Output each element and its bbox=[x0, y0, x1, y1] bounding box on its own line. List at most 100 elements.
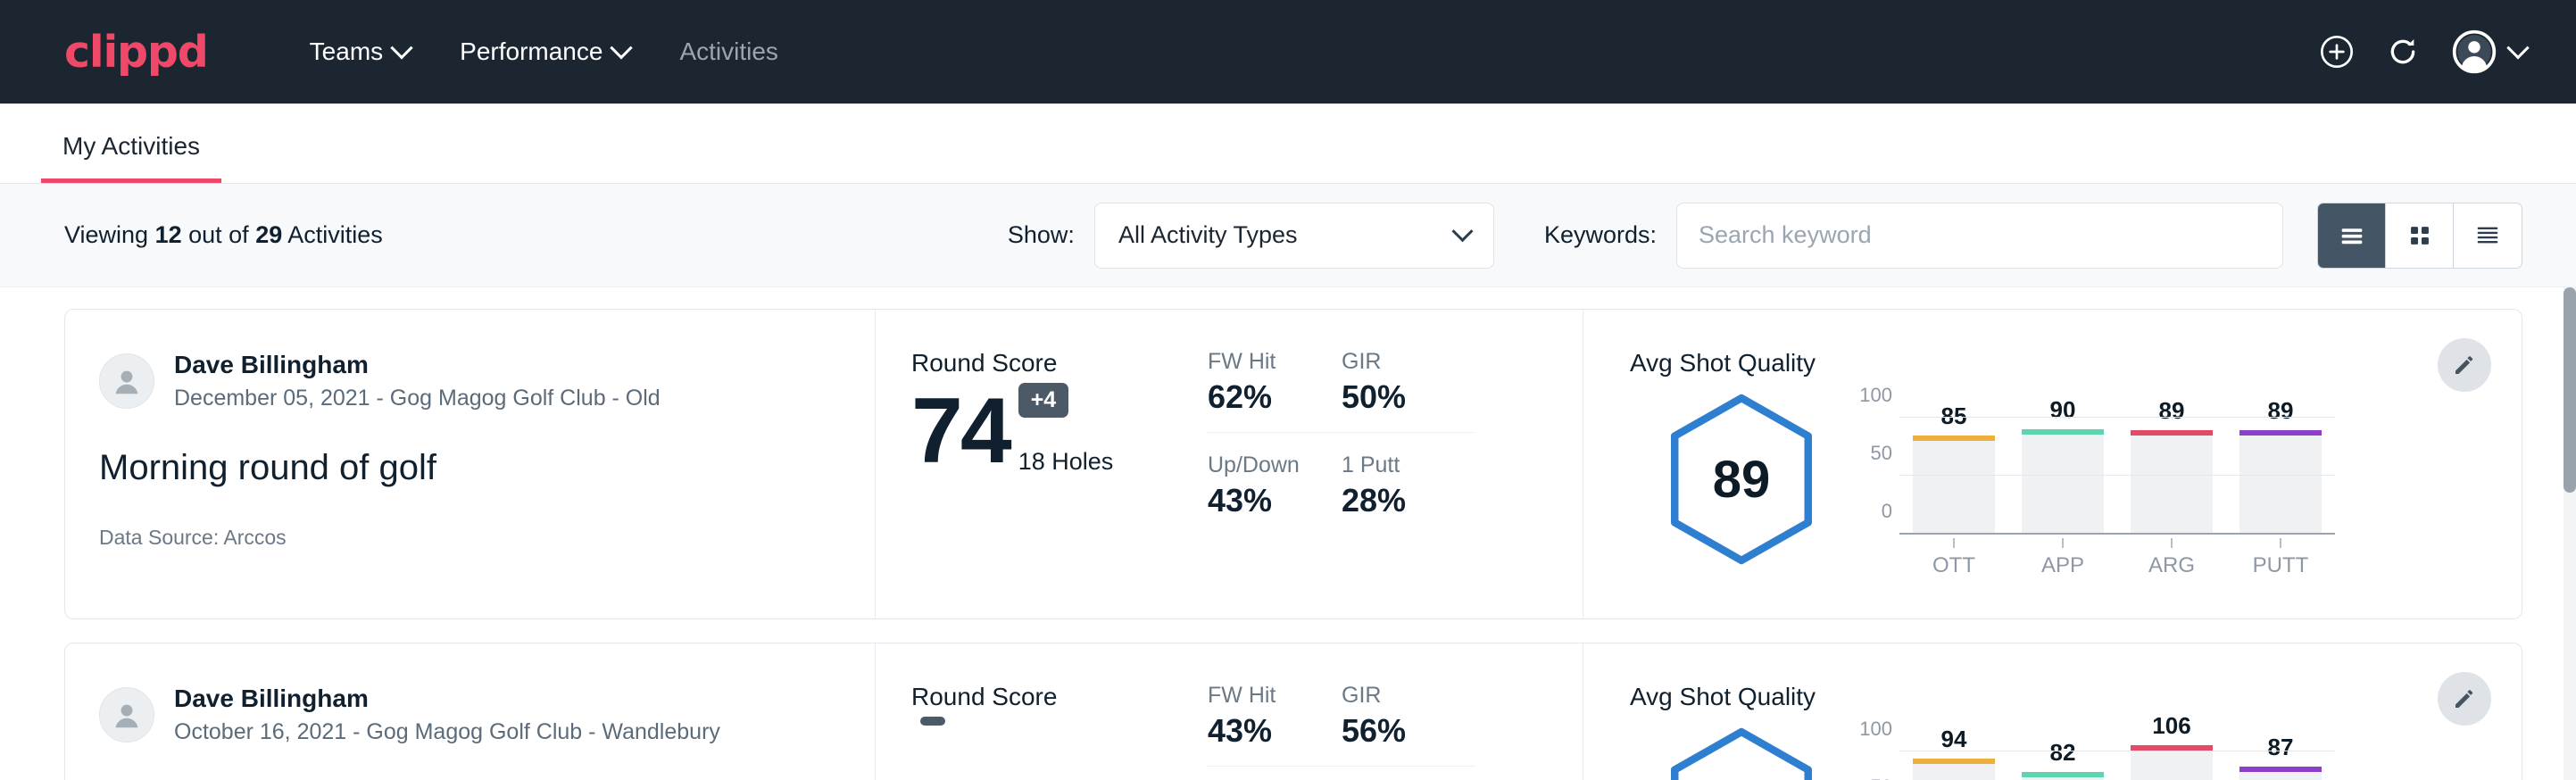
stat-fw-hit: FW Hit 43% bbox=[1208, 683, 1342, 767]
nav-item-activities-label: Activities bbox=[679, 37, 777, 66]
edit-activity-button[interactable] bbox=[2438, 672, 2491, 726]
stat-gir-value: 56% bbox=[1342, 712, 1449, 750]
activity-card[interactable]: Dave Billingham October 16, 2021 - Gog M… bbox=[64, 643, 2522, 780]
nav-actions bbox=[2319, 29, 2526, 75]
chart-bar-column: 87 bbox=[2239, 734, 2323, 780]
chart-y-tick-label: 100 bbox=[1859, 718, 1892, 741]
chart-bar: 87 bbox=[2239, 767, 2323, 780]
page-tabbar: My Activities bbox=[0, 104, 2576, 184]
chart-x-tick: PUTT bbox=[2239, 538, 2323, 578]
chart-y-tick-label: 0 bbox=[1882, 500, 1892, 523]
list-view-icon bbox=[2337, 220, 2367, 251]
chart-y-tick-label: 100 bbox=[1859, 384, 1892, 407]
chart-bar: 89 bbox=[2239, 430, 2323, 533]
search-input[interactable] bbox=[1699, 221, 2261, 249]
stat-up-down-label: Up/Down bbox=[1208, 452, 1342, 478]
avatar bbox=[99, 353, 154, 409]
view-mode-grid-button[interactable] bbox=[2386, 203, 2454, 268]
chart-gridline bbox=[1899, 417, 2335, 418]
holes-count: 18 Holes bbox=[1018, 448, 1114, 476]
stats-grid: FW Hit 62% GIR 50% Up/Down 43% 1 Putt 28… bbox=[1208, 349, 1583, 535]
nav-item-teams[interactable]: Teams bbox=[285, 37, 435, 66]
activity-user: Dave Billingham December 05, 2021 - Gog … bbox=[99, 349, 875, 414]
stat-fw-hit: FW Hit 62% bbox=[1208, 349, 1342, 433]
brand-logo[interactable]: clippd bbox=[64, 30, 208, 74]
shot-quality-body: 89 050100 85908989 OTTAPPARGPUTT bbox=[1630, 385, 2522, 578]
score-to-par-badge bbox=[920, 717, 945, 726]
chart-x-tick: ARG bbox=[2131, 538, 2214, 578]
filter-controls: Show: All Activity Types Keywords: bbox=[1008, 203, 2522, 269]
stat-gir: GIR 50% bbox=[1342, 349, 1475, 433]
chart-bar: 89 bbox=[2131, 430, 2214, 533]
chart-bar-value-label: 87 bbox=[2239, 734, 2323, 761]
activity-type-select[interactable]: All Activity Types bbox=[1094, 203, 1494, 269]
top-navbar: clippd Teams Performance Activities bbox=[0, 0, 2576, 104]
person-icon bbox=[107, 361, 146, 401]
chart-bar-cap bbox=[2131, 745, 2214, 751]
view-mode-compact-button[interactable] bbox=[2454, 203, 2522, 268]
viewing-mid: out of bbox=[182, 221, 256, 248]
shot-quality-hexagon: 89 bbox=[1666, 394, 1817, 565]
view-mode-list-button[interactable] bbox=[2318, 203, 2386, 268]
tab-my-activities[interactable]: My Activities bbox=[41, 132, 221, 183]
stat-up-down: Up/Down 43% bbox=[1208, 452, 1342, 535]
chart-bar-cap bbox=[1913, 436, 1996, 441]
shot-quality-column: Avg Shot Quality 89 050100 85908989 bbox=[1583, 310, 2522, 618]
chart-bar: 90 bbox=[2022, 429, 2105, 533]
activity-title: Morning round of golf bbox=[99, 448, 875, 488]
chart-bar: 82 bbox=[2022, 772, 2105, 780]
add-activity-button[interactable] bbox=[2319, 34, 2355, 70]
page-scrollbar-track[interactable] bbox=[2564, 287, 2576, 780]
tab-my-activities-label: My Activities bbox=[62, 132, 200, 160]
chart-bar-column: 89 bbox=[2239, 401, 2323, 533]
plus-circle-icon bbox=[2319, 34, 2355, 70]
refresh-button[interactable] bbox=[2385, 34, 2421, 70]
stat-gir-value: 50% bbox=[1342, 378, 1449, 416]
stats-grid: FW Hit 43% GIR 56% Up/Down 1 Putt bbox=[1208, 683, 1583, 780]
shot-quality-body: 050100 948210687 OTTAPPARGPUTT bbox=[1630, 718, 2522, 780]
chart-x-tick-mark bbox=[1953, 538, 1955, 548]
chart-bar-cap bbox=[2239, 767, 2323, 772]
account-menu[interactable] bbox=[2451, 29, 2526, 75]
chart-y-tick-label: 50 bbox=[1871, 442, 1892, 465]
viewing-prefix: Viewing bbox=[64, 221, 155, 248]
search-field-wrapper[interactable] bbox=[1676, 203, 2283, 269]
stat-one-putt: 1 Putt 28% bbox=[1342, 452, 1475, 535]
activity-user-name: Dave Billingham bbox=[174, 349, 661, 380]
chart-x-tick-mark bbox=[2171, 538, 2173, 548]
chart-plot-area: 050100 85908989 bbox=[1853, 401, 2335, 535]
score-to-par-badge: +4 bbox=[1018, 383, 1069, 418]
activity-user-text: Dave Billingham December 05, 2021 - Gog … bbox=[174, 349, 661, 414]
nav-item-activities[interactable]: Activities bbox=[654, 37, 802, 66]
chart-y-axis: 050100 bbox=[1853, 734, 1899, 780]
nav-item-performance[interactable]: Performance bbox=[435, 37, 654, 66]
round-score-label: Round Score bbox=[911, 349, 1208, 378]
chart-y-tick-label: 50 bbox=[1871, 776, 1892, 780]
chart-x-tick: APP bbox=[2022, 538, 2105, 578]
activity-meta: December 05, 2021 - Gog Magog Golf Club … bbox=[174, 384, 661, 414]
round-score-column: Round Score 74 +4 18 Holes bbox=[876, 310, 1208, 618]
stat-gir: GIR 56% bbox=[1342, 683, 1475, 767]
chart-x-axis: OTTAPPARGPUTT bbox=[1853, 538, 2335, 578]
primary-nav: Teams Performance Activities bbox=[285, 37, 803, 66]
chart-bar: 94 bbox=[1913, 759, 1996, 780]
edit-activity-button[interactable] bbox=[2438, 338, 2491, 392]
chart-bar: 85 bbox=[1913, 436, 1996, 533]
activity-card[interactable]: Dave Billingham December 05, 2021 - Gog … bbox=[64, 309, 2522, 619]
nav-item-performance-label: Performance bbox=[460, 37, 602, 66]
chevron-down-icon bbox=[611, 37, 633, 59]
chart-bar-cap bbox=[2131, 430, 2214, 436]
shot-quality-column: Avg Shot Quality 050100 948210687 bbox=[1583, 643, 2522, 780]
chevron-down-icon bbox=[2506, 37, 2529, 59]
viewing-summary: Viewing 12 out of 29 Activities bbox=[64, 221, 383, 249]
chart-bar-value-label: 82 bbox=[2022, 739, 2105, 767]
page-scrollbar-thumb[interactable] bbox=[2564, 287, 2576, 493]
avatar bbox=[99, 687, 154, 743]
shot-quality-hex-wrap bbox=[1630, 718, 1853, 780]
stat-up-down-value: 43% bbox=[1208, 482, 1342, 519]
nav-item-teams-label: Teams bbox=[310, 37, 383, 66]
activity-identity-column: Dave Billingham October 16, 2021 - Gog M… bbox=[65, 643, 876, 780]
stat-fw-hit-label: FW Hit bbox=[1208, 349, 1315, 375]
stats-column: FW Hit 43% GIR 56% Up/Down 1 Putt bbox=[1208, 643, 1583, 780]
chart-y-axis: 050100 bbox=[1853, 401, 1899, 535]
